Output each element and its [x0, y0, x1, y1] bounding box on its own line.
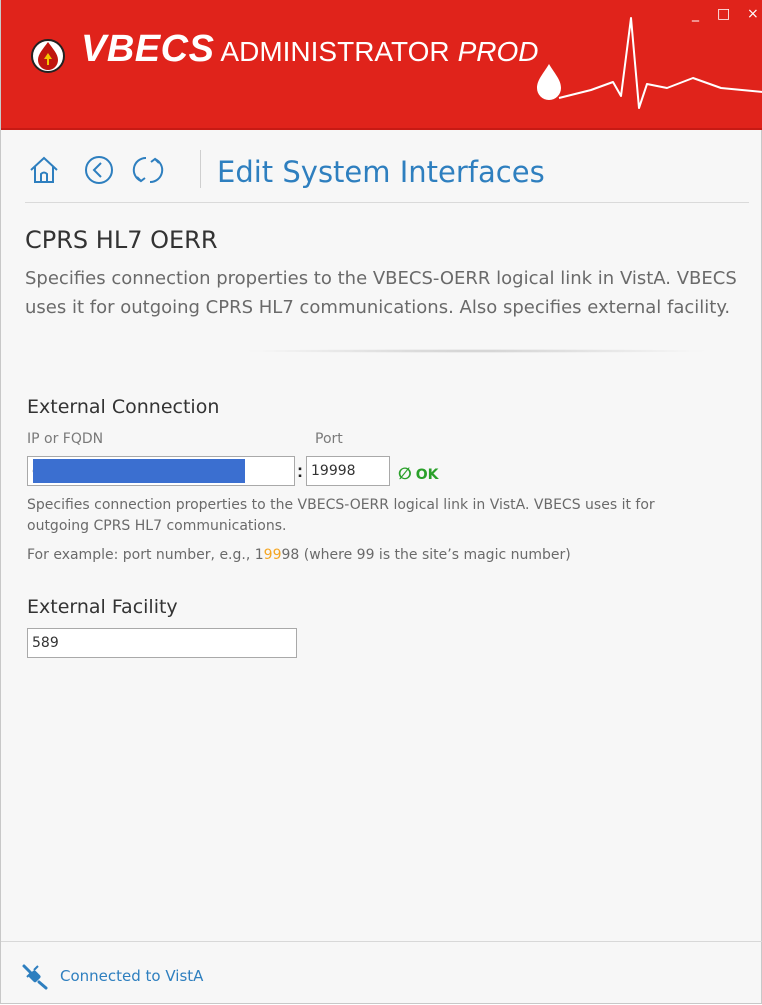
- nav-separator: [200, 150, 201, 188]
- example-suffix: 98 (where 99 is the site’s magic number): [281, 547, 571, 563]
- connection-help-line-2: outgoing CPRS HL7 communications.: [27, 518, 287, 534]
- brand-sub: ADMINISTRATOR: [220, 36, 450, 67]
- connection-example: For example: port number, e.g., 19998 (w…: [27, 545, 571, 566]
- brand-title: VBECS ADMINISTRATOR PROD: [81, 28, 539, 71]
- home-icon[interactable]: [28, 154, 60, 186]
- ip-label: IP or FQDN: [27, 431, 104, 447]
- section-divider: [241, 349, 711, 353]
- vbecs-logo-icon: [31, 39, 65, 73]
- page-title: Edit System Interfaces: [217, 155, 545, 189]
- refresh-icon[interactable]: [132, 154, 164, 186]
- example-highlight: 99: [263, 547, 282, 563]
- brand-main: VBECS: [81, 28, 215, 70]
- status-ok-text: OK: [415, 467, 439, 483]
- connection-status-ok: ∅ OK: [398, 464, 438, 483]
- maximize-button[interactable]: □: [717, 6, 730, 22]
- connection-help-line-1: Specifies connection properties to the V…: [27, 497, 655, 513]
- port-label: Port: [315, 431, 343, 447]
- host-port-separator: :: [297, 461, 303, 481]
- nav-divider: [25, 202, 749, 203]
- back-circle-icon[interactable]: [83, 154, 115, 186]
- plug-connected-icon: [22, 964, 48, 990]
- header-bottom-band: [1, 128, 762, 130]
- redaction-block: [33, 459, 245, 483]
- external-facility-title: External Facility: [27, 596, 178, 618]
- external-connection-title: External Connection: [27, 396, 220, 418]
- port-field[interactable]: 19998: [306, 456, 390, 486]
- app-header: VBECS ADMINISTRATOR PROD _ □ ×: [1, 0, 762, 130]
- example-prefix: For example: port number, e.g., 1: [27, 547, 264, 563]
- section-title: CPRS HL7 OERR: [25, 226, 218, 254]
- section-description: Specifies connection properties to the V…: [25, 268, 737, 318]
- connection-status-text: Connected to VistA: [60, 967, 204, 985]
- status-ok-icon: ∅: [398, 464, 412, 483]
- minimize-button[interactable]: _: [692, 6, 699, 22]
- footer-divider: [1, 941, 762, 942]
- external-facility-field[interactable]: 589: [27, 628, 297, 658]
- app-window: VBECS ADMINISTRATOR PROD _ □ × Edit System…: [0, 0, 762, 1004]
- close-button[interactable]: ×: [747, 6, 759, 22]
